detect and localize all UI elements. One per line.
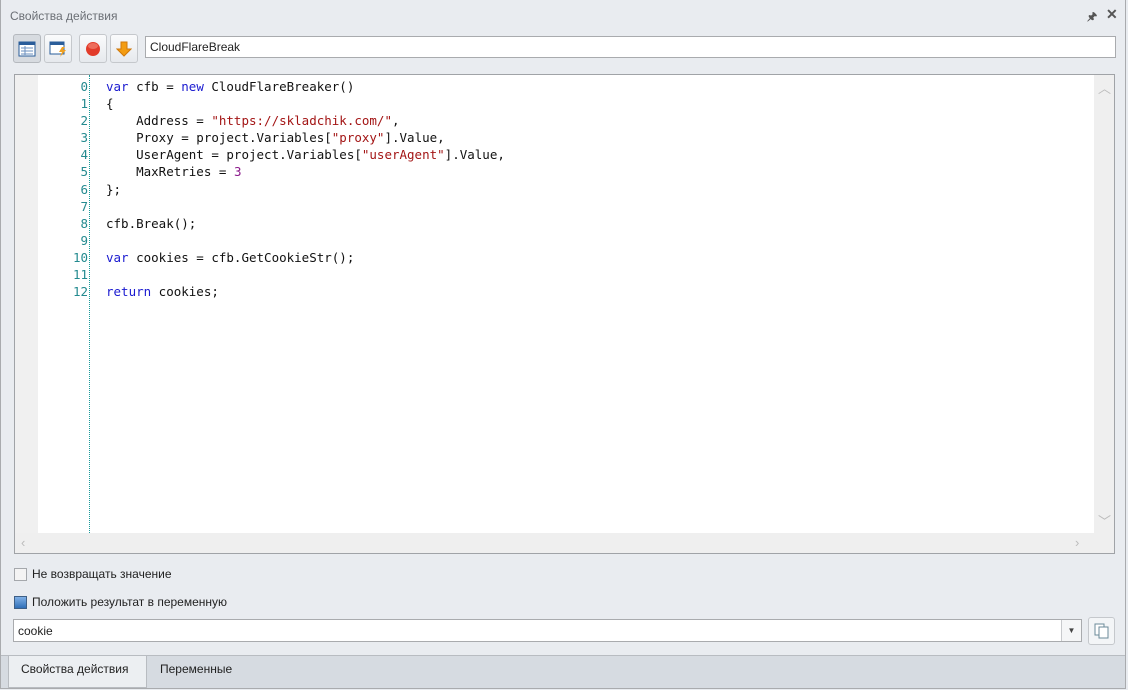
line-number: 12 [72, 284, 88, 300]
tab-variables[interactable]: Переменные [148, 656, 244, 688]
pin-icon[interactable]: 🖈︎ [1087, 8, 1097, 27]
chevron-right-icon[interactable]: › [1075, 535, 1079, 550]
code-line: { [106, 95, 505, 112]
line-number: 7 [80, 198, 88, 214]
code-token: return [106, 284, 152, 300]
code-line: var cookies = cfb.GetCookieStr(); [106, 249, 505, 266]
code-token: "proxy" [331, 130, 385, 146]
code-line: cfb.Break(); [106, 215, 505, 232]
code-token: "https://skladchik.com/" [211, 113, 392, 129]
close-icon[interactable]: ✕ [1106, 6, 1118, 23]
line-number: 2 [80, 113, 88, 129]
code-token: Proxy = project.Variables[ [106, 130, 332, 146]
code-token: cookies = cfb.GetCookieStr(); [128, 249, 355, 265]
code-line: UserAgent = project.Variables["userAgent… [106, 146, 505, 163]
code-token: 3 [233, 164, 242, 180]
code-line: Address = "https://skladchik.com/", [106, 112, 505, 129]
code-line: return cookies; [106, 283, 505, 300]
code-token: MaxRetries = [106, 164, 234, 180]
line-number: 1 [80, 96, 88, 112]
no-return-checkbox[interactable] [14, 567, 27, 581]
code-token: var [106, 249, 129, 265]
chevron-left-icon[interactable]: ‹ [21, 535, 25, 550]
editor-margin [15, 75, 38, 533]
red-circle-icon [86, 41, 100, 56]
properties-view-button[interactable] [13, 34, 41, 63]
line-number: 3 [80, 130, 88, 146]
save-to-variable-checkbox[interactable] [14, 595, 27, 609]
save-to-variable-option[interactable]: Положить результат в переменную [14, 595, 227, 609]
code-token: UserAgent = project.Variables[ [106, 147, 362, 163]
table-icon [18, 41, 36, 56]
move-down-button[interactable] [110, 34, 138, 63]
arrow-down-icon [116, 41, 132, 57]
code-token: var [106, 79, 129, 94]
gutter-divider [89, 75, 90, 533]
save-to-variable-label: Положить результат в переменную [32, 595, 228, 609]
copy-icon [1094, 623, 1108, 639]
tab-action-properties[interactable]: Свойства действия [8, 656, 147, 688]
code-line: }; [106, 181, 505, 198]
line-number: 0 [80, 79, 88, 94]
code-token: Address = [106, 113, 212, 129]
stop-button[interactable] [79, 34, 107, 63]
code-token: ].Value, [444, 147, 505, 163]
window-lightning-icon [49, 41, 66, 57]
line-number: 9 [80, 232, 88, 248]
action-name-input[interactable]: CloudFlareBreak [145, 36, 1116, 58]
code-line: var cfb = new CloudFlareBreaker() [106, 78, 505, 95]
line-number: 11 [72, 267, 88, 283]
code-token: cookies; [151, 284, 219, 300]
bottom-tabs: Свойства действия Переменные [1, 655, 1125, 688]
variable-value: cookie [18, 624, 53, 638]
code-view-button[interactable] [44, 34, 72, 63]
no-return-option[interactable]: Не возвращать значение [14, 567, 172, 581]
line-number: 6 [80, 181, 88, 197]
code-line: Proxy = project.Variables["proxy"].Value… [106, 129, 505, 146]
code-token: }; [106, 181, 122, 197]
chevron-down-icon[interactable]: ﹀ [1098, 511, 1111, 530]
copy-button[interactable] [1088, 617, 1115, 645]
line-number: 8 [80, 215, 88, 231]
code-editor[interactable]: 0 1 2 3 4 5 6 7 8 9 10 11 12 var cfb = new CloudFlar… [14, 74, 1115, 554]
code-token: "userAgent" [361, 147, 445, 163]
line-number: 5 [80, 164, 88, 180]
code-token: cfb.Break(); [106, 215, 197, 231]
code-token: CloudFlareBreaker() [203, 79, 355, 94]
variable-select[interactable]: cookie ▼ [13, 619, 1082, 642]
no-return-label: Не возвращать значение [32, 567, 172, 581]
horizontal-scrollbar[interactable]: ‹ › [15, 533, 1114, 553]
code-token: , [391, 113, 400, 129]
dropdown-arrow-icon[interactable]: ▼ [1061, 620, 1081, 641]
code-content[interactable]: var cfb = new CloudFlareBreaker(){ Addre… [106, 78, 505, 300]
code-token: { [106, 96, 114, 112]
vertical-scrollbar[interactable]: ︿ ﹀ [1094, 75, 1114, 533]
code-line: MaxRetries = 3 [106, 163, 505, 180]
code-token: cfb = [128, 79, 182, 94]
line-number: 10 [72, 249, 88, 265]
code-token: ].Value, [384, 130, 445, 146]
panel-title: Свойства действия [10, 9, 118, 23]
code-token: new [181, 79, 204, 94]
line-numbers: 0 1 2 3 4 5 6 7 8 9 10 11 12 [38, 78, 88, 300]
line-number: 4 [80, 147, 88, 163]
chevron-up-icon[interactable]: ︿ [1098, 78, 1111, 97]
